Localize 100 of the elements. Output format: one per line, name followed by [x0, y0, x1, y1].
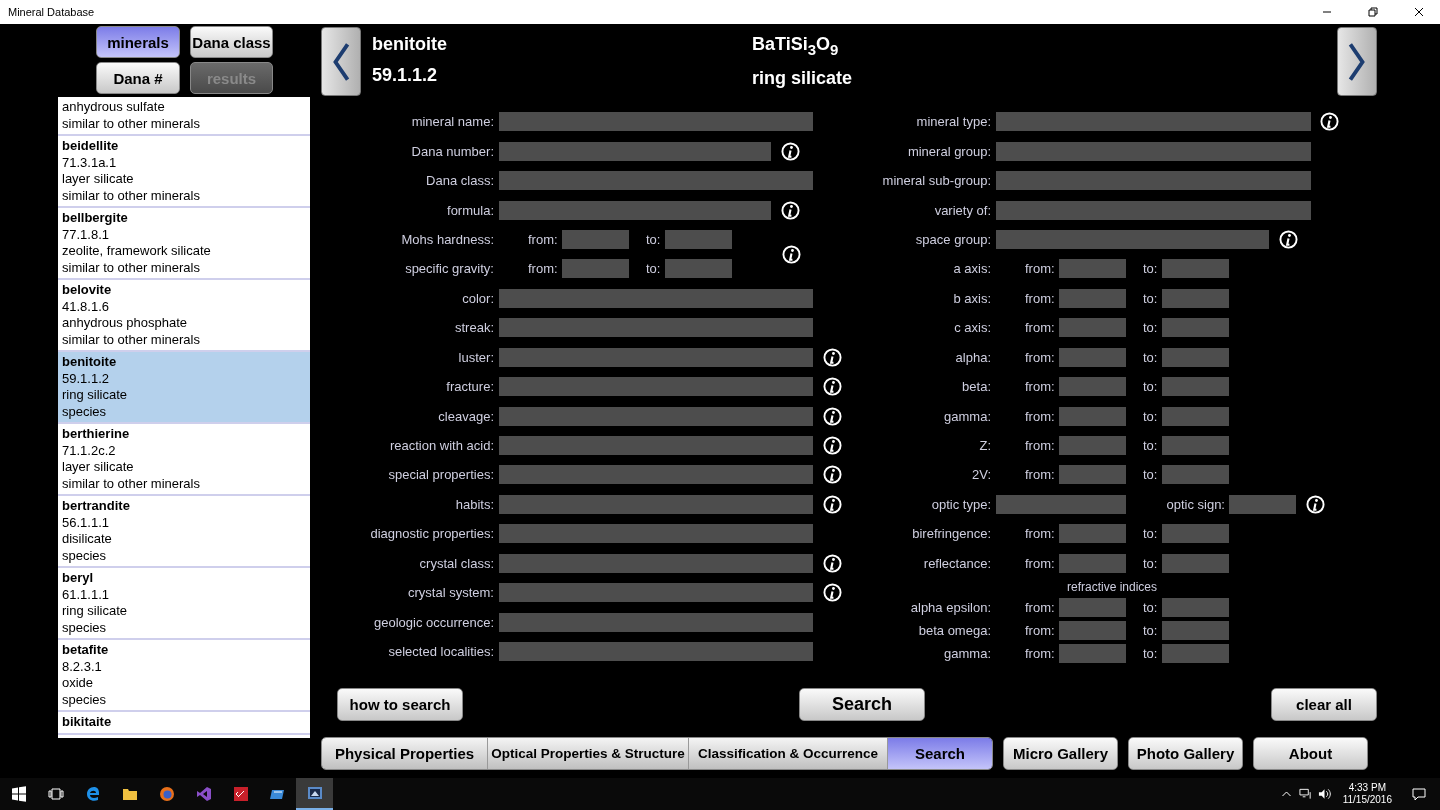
- input-field[interactable]: [1162, 553, 1229, 573]
- input-field[interactable]: [499, 377, 813, 397]
- input-field[interactable]: [1059, 288, 1126, 308]
- input-field[interactable]: [499, 112, 813, 132]
- info-icon[interactable]: [823, 436, 842, 456]
- input-field[interactable]: [499, 288, 813, 308]
- input-field[interactable]: [1162, 524, 1229, 544]
- tab[interactable]: Optical Properties & Structure: [488, 737, 689, 769]
- input-field[interactable]: [1059, 465, 1126, 485]
- close-icon[interactable]: [1414, 7, 1424, 17]
- info-icon[interactable]: [781, 200, 800, 220]
- input-field[interactable]: [499, 141, 771, 161]
- mineral-list-item[interactable]: bertrandite 56.1.1.1 disilicate species: [58, 496, 310, 568]
- input-field[interactable]: [1059, 406, 1126, 426]
- input-field[interactable]: [499, 612, 813, 632]
- input-field[interactable]: [996, 112, 1311, 132]
- input-field[interactable]: [1162, 621, 1229, 640]
- list-mode-button[interactable]: Dana class: [190, 26, 273, 58]
- input-field[interactable]: [499, 200, 771, 220]
- mineral-list-item[interactable]: beryl 61.1.1.1 ring silicate species: [58, 568, 310, 640]
- input-field[interactable]: [1162, 347, 1229, 367]
- gallery-button[interactable]: Photo Gallery: [1128, 736, 1243, 770]
- input-field[interactable]: [1162, 598, 1229, 617]
- mineral-list-item[interactable]: betafite 8.2.3.1 oxide species: [58, 640, 310, 712]
- input-field[interactable]: [499, 347, 813, 367]
- list-mode-button[interactable]: Dana #: [96, 62, 180, 94]
- input-field[interactable]: [996, 200, 1311, 220]
- info-icon[interactable]: [1279, 229, 1298, 249]
- input-field[interactable]: [1059, 553, 1126, 573]
- input-field[interactable]: [1059, 347, 1126, 367]
- input-field[interactable]: [499, 318, 813, 338]
- gallery-button[interactable]: Micro Gallery: [1003, 736, 1118, 770]
- mineral-list-item[interactable]: anhydrous sulfate similar to other minerals: [58, 97, 310, 136]
- from-label: from:: [1024, 526, 1056, 542]
- previous-button[interactable]: [321, 27, 361, 96]
- mineral-list-item[interactable]: berthierine 71.1.2c.2 layer silicate similar to other minerals: [58, 424, 310, 496]
- list-mode-button[interactable]: minerals: [96, 26, 180, 58]
- input-field[interactable]: [499, 465, 813, 485]
- input-field[interactable]: [1059, 377, 1126, 397]
- input-field[interactable]: [499, 406, 813, 426]
- input-field[interactable]: [1059, 436, 1126, 456]
- input-field[interactable]: [1162, 436, 1229, 456]
- input-field[interactable]: [1059, 621, 1126, 640]
- from-label: from:: [1024, 261, 1056, 277]
- info-icon[interactable]: [823, 553, 842, 573]
- input-field[interactable]: [1059, 524, 1126, 544]
- mineral-list-item[interactable]: bellbergite 77.1.8.1 zeolite, framework silicate similar to other minerals: [58, 208, 310, 280]
- clear-all-button[interactable]: clear all: [1271, 688, 1377, 721]
- input-field[interactable]: [665, 229, 732, 249]
- input-field[interactable]: [1059, 598, 1126, 617]
- info-icon[interactable]: [781, 141, 800, 161]
- input-field[interactable]: [1059, 259, 1126, 279]
- input-field[interactable]: [1059, 644, 1126, 663]
- input-field[interactable]: [499, 642, 813, 662]
- input-field[interactable]: [1162, 288, 1229, 308]
- input-field[interactable]: [996, 229, 1269, 249]
- info-icon[interactable]: [823, 406, 842, 426]
- search-button[interactable]: Search: [799, 688, 925, 721]
- input-field[interactable]: [1162, 465, 1229, 485]
- input-field[interactable]: [499, 436, 813, 456]
- gallery-button[interactable]: About: [1253, 736, 1368, 770]
- tab[interactable]: Search: [888, 737, 992, 769]
- info-icon[interactable]: [823, 494, 842, 514]
- info-icon[interactable]: [823, 583, 842, 603]
- input-field[interactable]: [996, 141, 1311, 161]
- input-field[interactable]: [499, 524, 813, 544]
- mineral-list-item[interactable]: bikitaite: [58, 712, 310, 735]
- input-field[interactable]: [562, 259, 629, 279]
- restore-icon[interactable]: [1368, 7, 1378, 17]
- input-field[interactable]: [665, 259, 732, 279]
- info-icon[interactable]: [1306, 494, 1325, 514]
- input-field[interactable]: [562, 229, 629, 249]
- how-to-search-button[interactable]: how to search: [337, 688, 463, 721]
- input-field[interactable]: [499, 494, 813, 514]
- input-field[interactable]: [1229, 494, 1296, 514]
- tab[interactable]: Classification & Occurrence: [689, 737, 888, 769]
- info-icon[interactable]: [823, 377, 842, 397]
- info-icon[interactable]: [782, 244, 801, 264]
- input-field[interactable]: [1162, 406, 1229, 426]
- input-field[interactable]: [1162, 377, 1229, 397]
- notification-icon[interactable]: [1412, 787, 1426, 801]
- mineral-list-item[interactable]: beidellite 71.3.1a.1 layer silicate similar to other minerals: [58, 136, 310, 208]
- input-field[interactable]: [1162, 259, 1229, 279]
- mineral-list-item[interactable]: benitoite 59.1.1.2 ring silicate species: [58, 352, 310, 424]
- info-icon[interactable]: [1320, 112, 1339, 132]
- input-field[interactable]: [1162, 318, 1229, 338]
- input-field[interactable]: [996, 171, 1311, 191]
- network-icon[interactable]: [1298, 788, 1312, 800]
- input-field[interactable]: [1162, 644, 1229, 663]
- input-field[interactable]: [499, 553, 813, 573]
- tab[interactable]: Physical Properties: [322, 737, 488, 769]
- speaker-icon[interactable]: [1317, 788, 1331, 800]
- input-field[interactable]: [1059, 318, 1126, 338]
- input-field[interactable]: [499, 583, 813, 603]
- info-icon[interactable]: [823, 465, 842, 485]
- info-icon[interactable]: [823, 347, 842, 367]
- input-field[interactable]: [996, 494, 1126, 514]
- next-button[interactable]: [1337, 27, 1377, 96]
- input-field[interactable]: [499, 171, 813, 191]
- taskbar-button[interactable]: [296, 778, 333, 810]
